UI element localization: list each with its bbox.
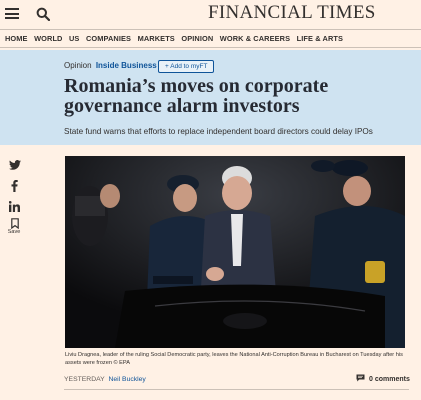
photo-caption: Liviu Dragnea, leader of the ruling Soci…: [65, 352, 403, 366]
facebook-icon: [11, 180, 18, 192]
nav-item-home[interactable]: HOME: [5, 34, 28, 43]
twitter-icon: [8, 160, 21, 170]
nav-item-work-careers[interactable]: WORK & CAREERS: [220, 34, 290, 43]
kicker-opinion[interactable]: Opinion: [64, 61, 92, 70]
search-icon[interactable]: [36, 7, 51, 22]
menu-icon[interactable]: [5, 8, 19, 19]
publish-date: YESTERDAY: [64, 376, 105, 383]
save-label[interactable]: Save: [4, 229, 24, 235]
nav-item-world[interactable]: WORLD: [34, 34, 62, 43]
masthead-logo[interactable]: FINANCIAL TIMES: [208, 2, 376, 24]
share-facebook-button[interactable]: [6, 178, 23, 194]
kicker-topic[interactable]: Inside Business: [96, 61, 157, 70]
nav-item-life-arts[interactable]: LIFE & ARTS: [297, 34, 343, 43]
nav-item-us[interactable]: US: [69, 34, 79, 43]
article-photo: [65, 156, 405, 348]
nav-item-opinion[interactable]: OPINION: [181, 34, 213, 43]
share-linkedin-button[interactable]: [6, 198, 23, 214]
article-standfirst: State fund warns that efforts to replace…: [64, 127, 373, 136]
comments-link[interactable]: 0 comments: [356, 374, 410, 384]
main-nav: HOME WORLD US COMPANIES MARKETS OPINION …: [0, 29, 421, 48]
byline-divider: [64, 389, 409, 390]
article-byline: YESTERDAY Neil Buckley: [64, 376, 146, 383]
bookmark-icon: [10, 217, 19, 229]
article-kicker: Opinion Inside Business: [64, 61, 157, 70]
top-bar: FINANCIAL TIMES: [0, 0, 421, 28]
add-to-myft-button[interactable]: + Add to myFT: [158, 60, 215, 73]
nav-item-markets[interactable]: MARKETS: [138, 34, 175, 43]
article-headline: Romania’s moves on corporate governance …: [64, 75, 329, 117]
nav-item-companies[interactable]: COMPANIES: [86, 34, 131, 43]
comment-icon: [356, 374, 369, 384]
author-link[interactable]: Neil Buckley: [108, 376, 145, 383]
comments-count: 0 comments: [369, 375, 410, 383]
linkedin-icon: [9, 200, 20, 212]
share-twitter-button[interactable]: [6, 157, 23, 173]
